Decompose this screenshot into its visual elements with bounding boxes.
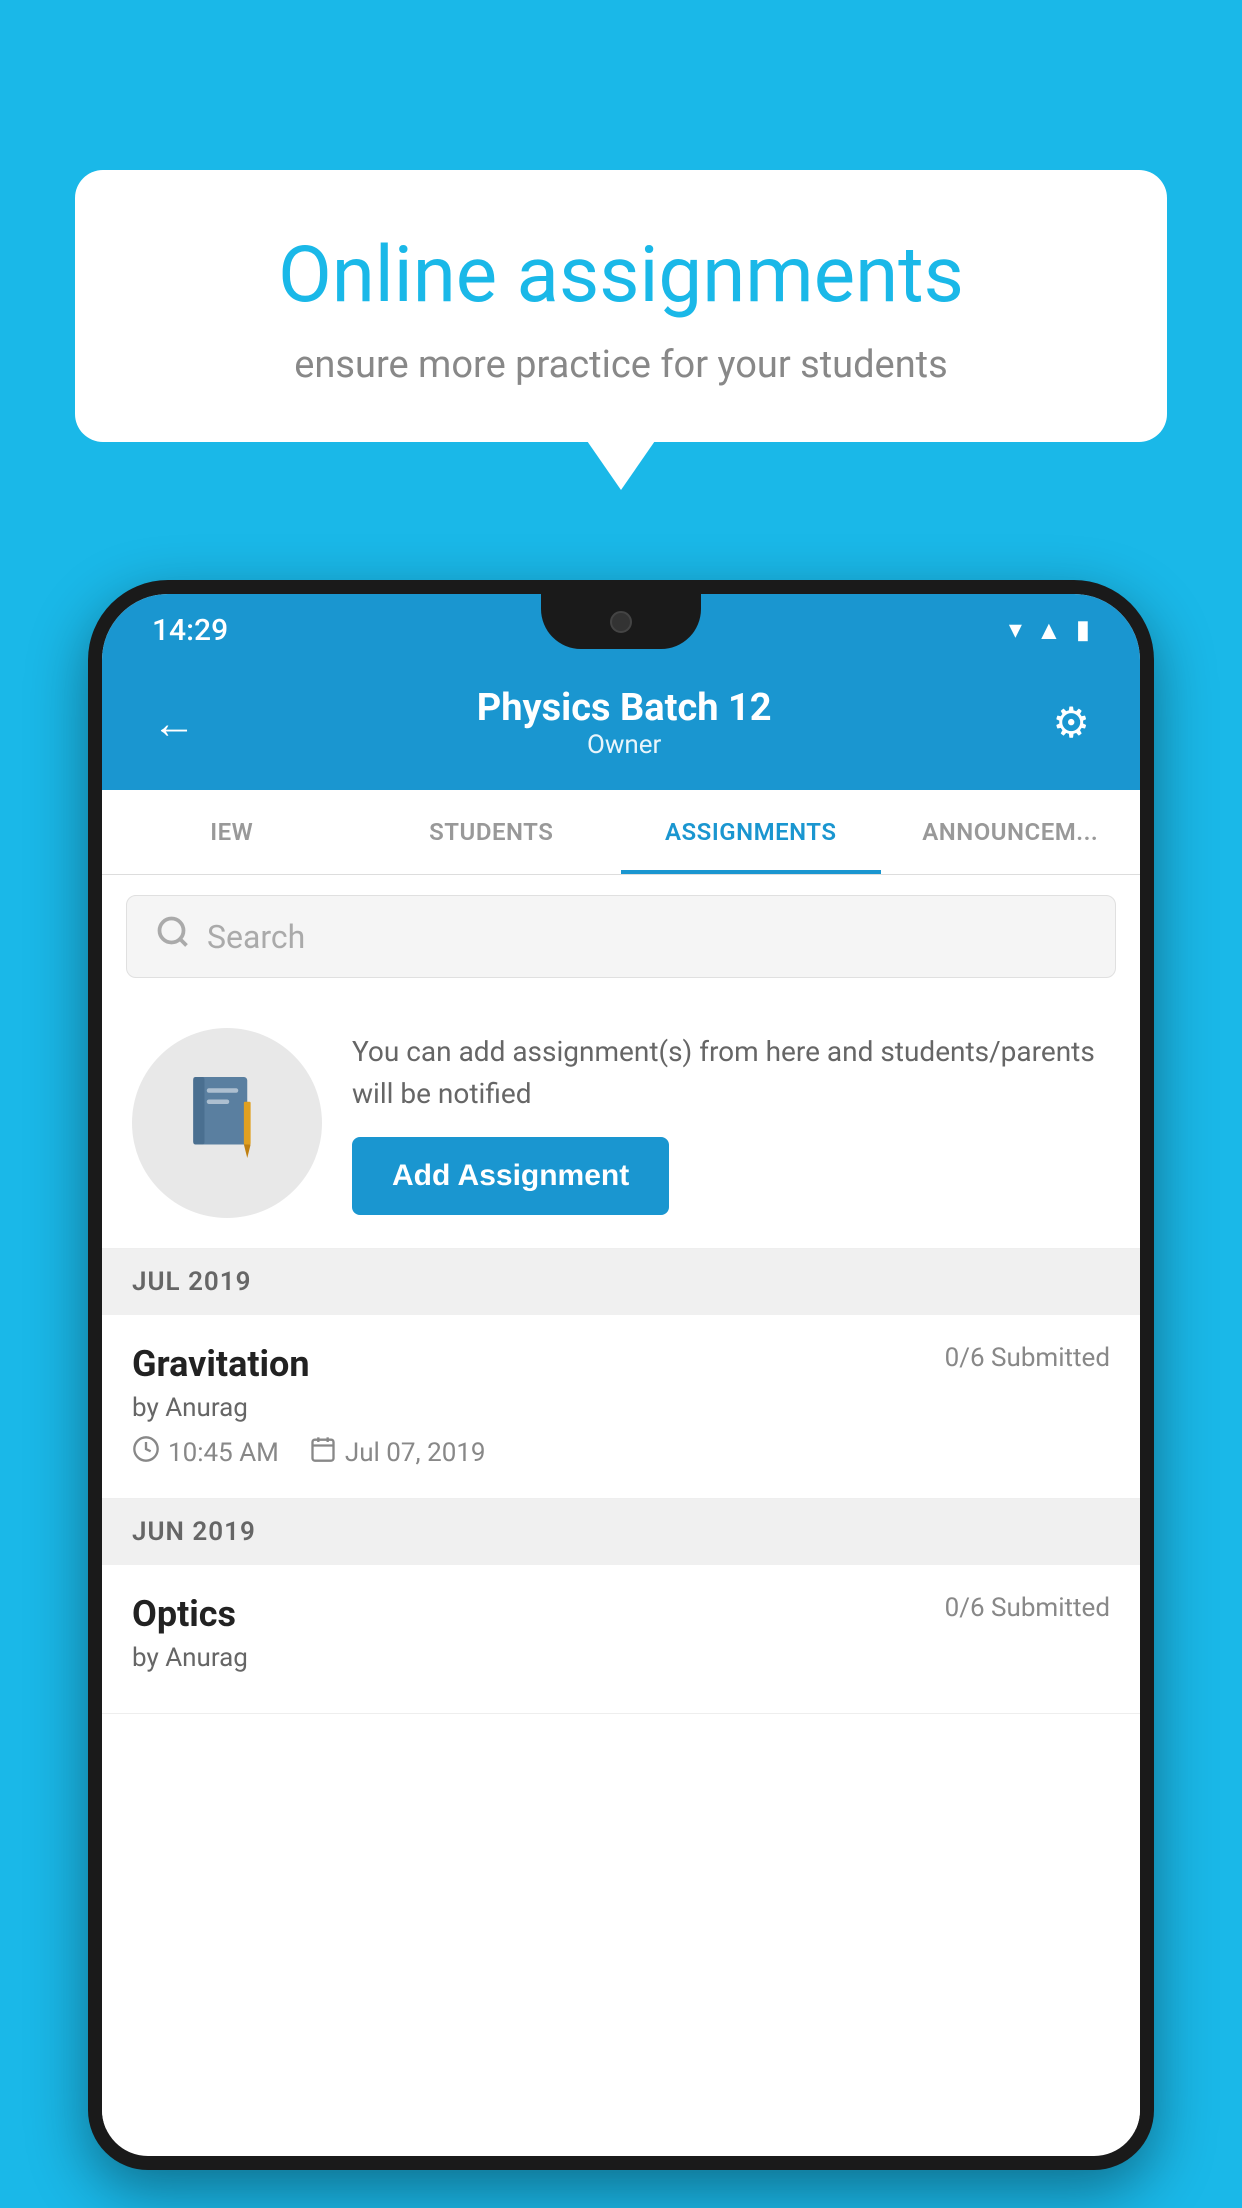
assignment-item-optics[interactable]: Optics 0/6 Submitted by Anurag (102, 1565, 1140, 1714)
notebook-icon (182, 1068, 272, 1178)
phone-screen: 14:29 ▾ ▲ ▮ ← Physics Batch 12 Owner ⚙ I… (102, 594, 1140, 2156)
search-bar[interactable]: Search (126, 895, 1116, 978)
tab-iew[interactable]: IEW (102, 790, 362, 874)
speech-bubble-container: Online assignments ensure more practice … (75, 170, 1167, 442)
search-bar-container: Search (102, 875, 1140, 998)
assignment-icon-circle (132, 1028, 322, 1218)
calendar-icon (309, 1435, 337, 1470)
app-header: ← Physics Batch 12 Owner ⚙ (102, 666, 1140, 790)
settings-button[interactable]: ⚙ (1052, 698, 1090, 748)
assignment-meta: 10:45 AM Jul 07, 201 (132, 1435, 1110, 1470)
tabs-bar: IEW STUDENTS ASSIGNMENTS ANNOUNCEM... (102, 790, 1140, 875)
speech-bubble-subtitle: ensure more practice for your students (155, 343, 1087, 387)
clock-icon (132, 1435, 160, 1470)
assignment-date-value: Jul 07, 2019 (345, 1438, 486, 1468)
assignment-cta: You can add assignment(s) from here and … (102, 998, 1140, 1249)
speech-bubble: Online assignments ensure more practice … (75, 170, 1167, 442)
assignment-author-optics: by Anurag (132, 1643, 1110, 1673)
add-assignment-button[interactable]: Add Assignment (352, 1137, 669, 1215)
header-title-block: Physics Batch 12 Owner (477, 686, 772, 760)
search-icon (155, 914, 191, 959)
month-separator-jun: JUN 2019 (102, 1499, 1140, 1565)
battery-icon: ▮ (1076, 615, 1090, 645)
assignment-submitted-optics: 0/6 Submitted (945, 1593, 1110, 1623)
assignment-name: Gravitation (132, 1343, 310, 1385)
phone-notch (541, 594, 701, 649)
status-icons: ▾ ▲ ▮ (1009, 615, 1090, 646)
assignment-time: 10:45 AM (132, 1435, 279, 1470)
month-separator-jul: JUL 2019 (102, 1249, 1140, 1315)
header-title: Physics Batch 12 (477, 686, 772, 730)
back-button[interactable]: ← (152, 697, 196, 749)
screen-content: Search (102, 875, 1140, 2129)
assignment-cta-text: You can add assignment(s) from here and … (352, 1031, 1110, 1215)
assignment-name-optics: Optics (132, 1593, 236, 1635)
tab-assignments[interactable]: ASSIGNMENTS (621, 790, 881, 874)
speech-bubble-title: Online assignments (155, 230, 1087, 321)
wifi-icon: ▾ (1009, 615, 1022, 645)
header-subtitle: Owner (477, 730, 772, 760)
assignment-time-value: 10:45 AM (168, 1438, 279, 1468)
front-camera (610, 611, 632, 633)
assignment-date: Jul 07, 2019 (309, 1435, 486, 1470)
assignment-author: by Anurag (132, 1393, 1110, 1423)
status-time: 14:29 (152, 613, 228, 648)
phone-outer: 14:29 ▾ ▲ ▮ ← Physics Batch 12 Owner ⚙ I… (88, 580, 1154, 2170)
tab-students[interactable]: STUDENTS (362, 790, 622, 874)
assignment-submitted: 0/6 Submitted (945, 1343, 1110, 1373)
phone-wrapper: 14:29 ▾ ▲ ▮ ← Physics Batch 12 Owner ⚙ I… (88, 580, 1154, 2208)
assignment-item-header-optics: Optics 0/6 Submitted (132, 1593, 1110, 1635)
search-placeholder: Search (207, 918, 305, 956)
assignment-item-header: Gravitation 0/6 Submitted (132, 1343, 1110, 1385)
assignment-item-gravitation[interactable]: Gravitation 0/6 Submitted by Anurag (102, 1315, 1140, 1499)
signal-icon: ▲ (1036, 615, 1062, 646)
assignment-cta-description: You can add assignment(s) from here and … (352, 1031, 1110, 1115)
tab-announcements[interactable]: ANNOUNCEM... (881, 790, 1141, 874)
